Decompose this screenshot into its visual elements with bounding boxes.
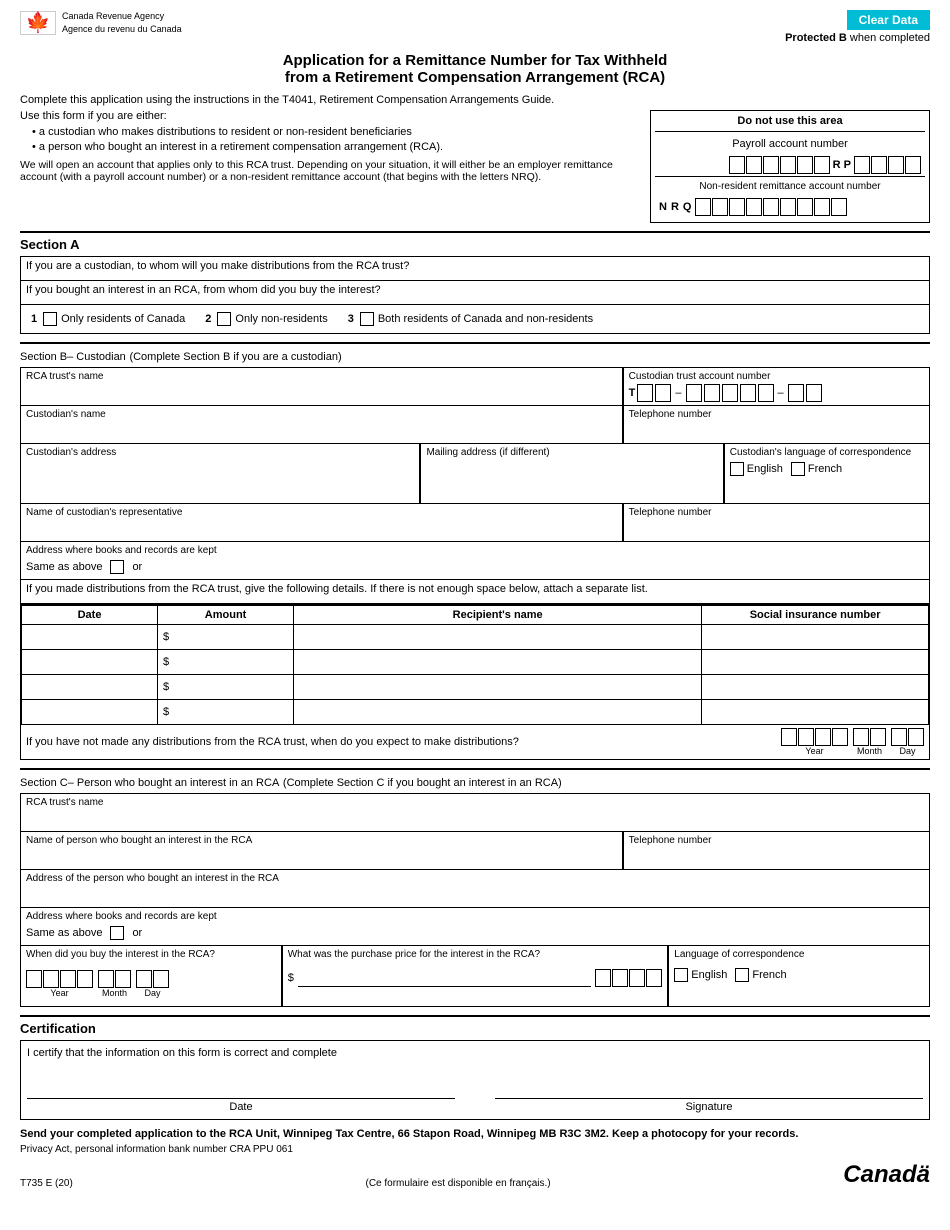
dist-col-amount: Amount [158,606,294,625]
dist-sin-1[interactable] [707,628,923,646]
section-a-box: If you are a custodian, to whom will you… [20,256,930,334]
dist-sin-4[interactable] [707,703,923,721]
option3-checkbox[interactable] [360,312,374,326]
same-as-above-checkbox-c[interactable] [110,926,124,940]
custodian-name-row: Custodian's name Telephone number [21,406,929,444]
custodian-telephone-input[interactable] [629,422,924,440]
rca-trust-name-input[interactable] [26,384,617,402]
dist-col-recipient: Recipient's name [294,606,702,625]
body-text: We will open an account that applies onl… [20,159,640,183]
language-options-b: English French [730,462,924,476]
rep-telephone-input[interactable] [629,520,924,538]
same-as-above-checkbox-b[interactable] [110,560,124,574]
footer-privacy: Privacy Act, personal information bank n… [20,1144,930,1155]
c-buyer-row: Name of person who bought an interest in… [21,832,929,870]
lang-french-checkbox-b[interactable] [791,462,805,476]
certification-box: I certify that the information on this f… [20,1040,930,1120]
section-a-row2: If you bought an interest in an RCA, fro… [21,281,929,305]
lang-french-checkbox-c[interactable] [735,968,749,982]
dist-amount-2[interactable] [172,653,272,671]
c-rca-trust-row: RCA trust's name [21,794,929,832]
lang-english-checkbox-c[interactable] [674,968,688,982]
canada-wordmark: Canadä [843,1161,930,1189]
c-address-input[interactable] [26,886,924,904]
protected-label: Protected B when completed [785,32,930,44]
section-b-box: RCA trust's name Custodian trust account… [20,367,930,760]
agency-text: Canada Revenue Agency Agence du revenu d… [62,10,182,35]
dist-date-4[interactable] [27,703,152,721]
section-c-box: RCA trust's name Name of person who boug… [20,793,930,1007]
option1-checkbox[interactable] [43,312,57,326]
form-title: Application for a Remittance Number for … [20,52,930,86]
dist-amount-1[interactable] [172,628,272,646]
lang-english-checkbox-b[interactable] [730,462,744,476]
dist-date-2[interactable] [27,653,152,671]
c-address-row: Address of the person who bought an inte… [21,870,929,908]
c-buy-details-row: When did you buy the interest in the RCA… [21,946,929,1006]
dist-col-sin: Social insurance number [702,606,929,625]
dist-col-date: Date [22,606,158,625]
dist-amount-3[interactable] [172,678,272,696]
date-sig-item: Date [27,1079,455,1113]
section-a-header: Section A [20,231,930,252]
clear-data-button[interactable]: Clear Data [847,10,930,30]
books-row: Address where books and records are kept… [21,542,929,580]
option2-checkbox[interactable] [217,312,231,326]
dist-recipient-1[interactable] [299,628,696,646]
c-books-row: Address where books and records are kept… [21,908,929,946]
mailing-address-input[interactable] [426,460,717,478]
dist-date-1[interactable] [27,628,152,646]
rep-row: Name of custodian's representative Telep… [21,504,929,542]
footer-send-text: Send your completed application to the R… [20,1128,930,1140]
dist-recipient-3[interactable] [299,678,696,696]
footer-bottom: T735 E (20) (Ce formulaire est disponibl… [20,1161,930,1189]
bullet1: • a custodian who makes distributions to… [20,126,640,138]
dist-row-3: $ [22,675,929,700]
rca-trust-row: RCA trust's name Custodian trust account… [21,368,929,406]
dist-sin-2[interactable] [707,653,923,671]
dist-amount-4[interactable] [172,703,272,721]
section-c-header: Section C– Person who bought an interest… [20,768,930,789]
section-a-options: 1 Only residents of Canada 2 Only non-re… [21,305,929,333]
dist-recipient-2[interactable] [299,653,696,671]
dist-row-1: $ [22,625,929,650]
custodian-name-input[interactable] [26,422,617,440]
c-telephone-input[interactable] [629,848,924,866]
dist-row-2: $ [22,650,929,675]
distribution-table-container: Date Amount Recipient's name Social insu… [21,604,929,725]
books-address-input-c[interactable] [150,924,924,942]
instructions-text: Complete this application using the inst… [20,94,930,106]
trust-account-field: T – – [629,384,924,402]
signature-sig-item: Signature [495,1079,923,1113]
section-b-header: Section B– Custodian (Complete Section B… [20,342,930,363]
canada-flag-icon: 🍁 [20,11,56,35]
rep-name-input[interactable] [26,520,617,538]
dist-row-4: $ [22,700,929,725]
expected-dist-row: If you have not made any distributions f… [21,725,929,759]
dist-date-3[interactable] [27,678,152,696]
do-not-use-area: Do not use this area Payroll account num… [650,110,930,223]
books-address-input-b[interactable] [150,558,924,576]
use-if-text: Use this form if you are either: [20,110,640,122]
section-a-row1: If you are a custodian, to whom will you… [21,257,929,281]
custodian-address-input[interactable] [26,460,414,478]
dist-sin-3[interactable] [707,678,923,696]
certification-header: Certification [20,1015,930,1036]
dist-recipient-4[interactable] [299,703,696,721]
c-rca-trust-input[interactable] [26,810,924,828]
c-buyer-name-input[interactable] [26,848,617,866]
dist-intro: If you made distributions from the RCA t… [21,580,929,604]
address-row: Custodian's address Mailing address (if … [21,444,929,504]
bullet2: • a person who bought an interest in a r… [20,141,640,153]
language-options-c: English French [674,968,924,982]
